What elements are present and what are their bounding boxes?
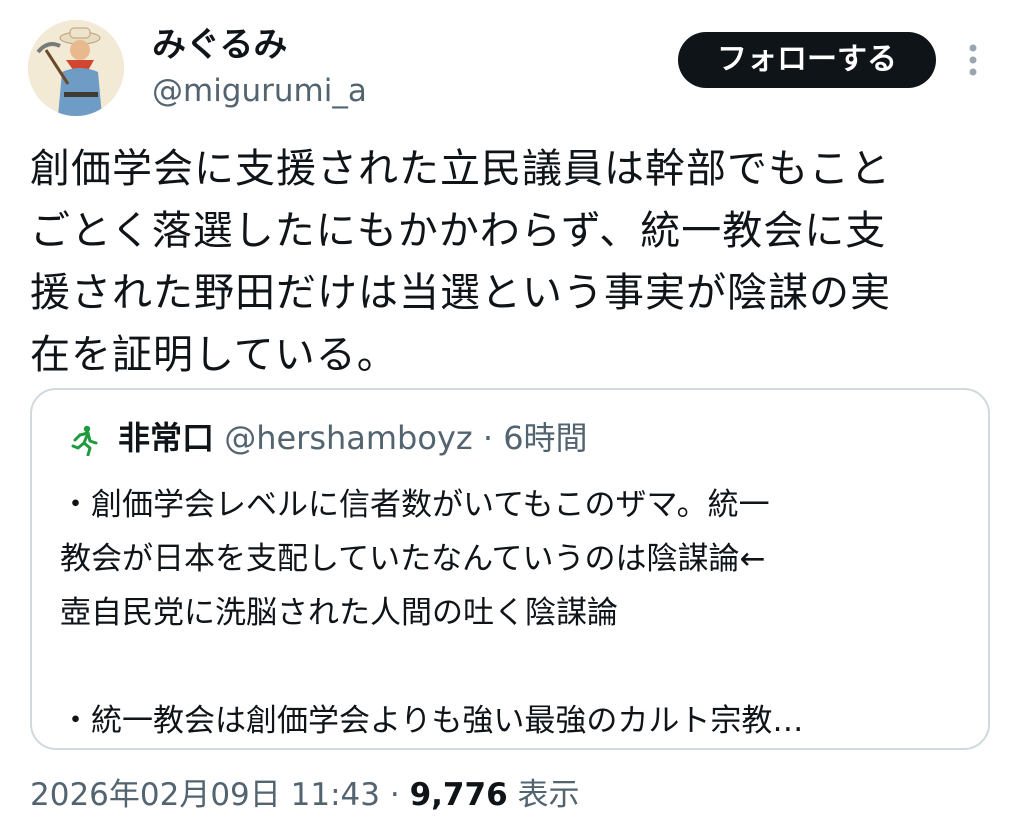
author-display-name[interactable]: みぐるみ	[152, 24, 287, 66]
views-count: 9,776	[409, 777, 508, 813]
quoted-author-handle[interactable]: @hershamboyz	[224, 419, 472, 457]
quoted-post-card[interactable]: 非常口 @hershamboyz · 6時間 ・創価学会レベルに信者数がいてもこ…	[30, 388, 990, 750]
author-handle[interactable]: @migurumi_a	[152, 72, 367, 110]
more-vertical-icon[interactable]	[958, 40, 988, 80]
views-label: 表示	[517, 777, 580, 813]
quoted-post-header: 非常口 @hershamboyz · 6時間	[118, 416, 588, 460]
quoted-post-text: ・創価学会レベルに信者数がいてもこのザマ。統一 教会が日本を支配していたなんてい…	[60, 487, 804, 739]
emergency-exit-icon	[68, 424, 100, 457]
separator-dot: ·	[389, 777, 400, 813]
post-date[interactable]: 2026年02月09日	[30, 777, 281, 813]
post-meta: 2026年02月09日 11:43 · 9,776 表示	[30, 770, 580, 820]
post-time[interactable]: 11:43	[291, 777, 380, 813]
quoted-post-time[interactable]: 6時間	[503, 419, 587, 457]
separator-dot: ·	[482, 419, 494, 457]
post-text: 創価学会に支援された立民議員は幹部でもこと ごとく落選したにもかかわらず、統一教…	[30, 146, 891, 378]
avatar-illustration-icon	[28, 20, 124, 116]
avatar[interactable]	[28, 20, 124, 116]
quoted-author-name[interactable]: 非常口	[118, 419, 214, 457]
follow-button[interactable]: フォローする	[678, 32, 936, 88]
post: みぐるみ @migurumi_a フォローする 創価学会に支援された立民議員は幹…	[0, 0, 1020, 832]
